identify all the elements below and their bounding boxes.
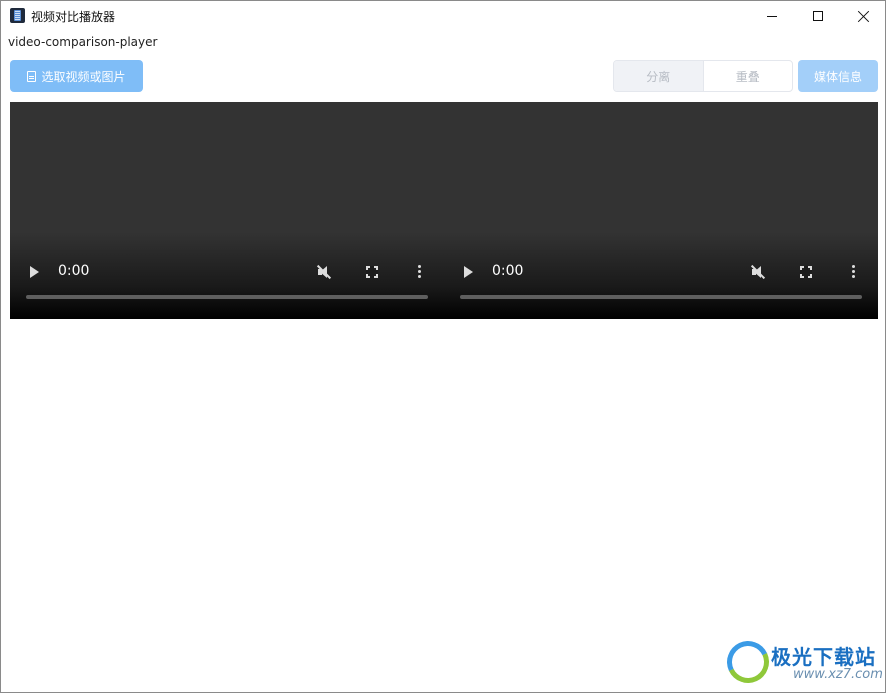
player-controls: 0:00 <box>10 257 444 287</box>
mute-icon[interactable] <box>750 264 766 280</box>
watermark-text: 极光下载站 <box>771 645 876 669</box>
select-media-button[interactable]: 选取视频或图片 <box>10 60 143 92</box>
more-options-icon[interactable] <box>418 265 421 268</box>
minimize-button[interactable] <box>749 1 795 31</box>
maximize-button[interactable] <box>795 1 841 31</box>
select-media-label: 选取视频或图片 <box>41 69 126 84</box>
watermark: 极光下载站 www.xz7.com <box>721 635 883 689</box>
maximize-icon <box>813 11 823 21</box>
more-options-icon[interactable] <box>852 265 855 268</box>
app-window: 视频对比播放器 video-comparison-player 选取视频或图片 … <box>0 0 886 693</box>
window-title: 视频对比播放器 <box>31 10 116 24</box>
view-mode-toggle: 分离 重叠 <box>613 60 793 92</box>
watermark-url: www.xz7.com <box>793 667 883 682</box>
progress-bar[interactable] <box>26 295 428 299</box>
close-button[interactable] <box>840 1 885 31</box>
video-player-right[interactable]: 0:00 <box>444 102 878 319</box>
mode-overlay-option[interactable]: 重叠 <box>702 61 793 91</box>
fullscreen-icon[interactable] <box>366 266 378 278</box>
progress-bar[interactable] <box>460 295 862 299</box>
player-controls: 0:00 <box>444 257 878 287</box>
time-display: 0:00 <box>492 263 524 279</box>
play-icon[interactable] <box>30 266 39 278</box>
title-bar[interactable]: 视频对比播放器 <box>1 1 885 31</box>
play-icon[interactable] <box>464 266 473 278</box>
app-name-label: video-comparison-player <box>8 35 158 49</box>
mode-split-option[interactable]: 分离 <box>614 61 703 91</box>
mute-icon[interactable] <box>316 264 332 280</box>
app-icon <box>10 8 25 23</box>
minimize-icon <box>767 15 777 17</box>
video-comparison-area: 0:00 0:00 <box>10 102 878 319</box>
close-icon <box>857 10 870 23</box>
video-player-left[interactable]: 0:00 <box>10 102 444 319</box>
time-display: 0:00 <box>58 263 90 279</box>
file-icon <box>27 70 37 82</box>
media-info-button[interactable]: 媒体信息 <box>798 60 878 92</box>
watermark-logo-icon <box>721 635 775 689</box>
fullscreen-icon[interactable] <box>800 266 812 278</box>
